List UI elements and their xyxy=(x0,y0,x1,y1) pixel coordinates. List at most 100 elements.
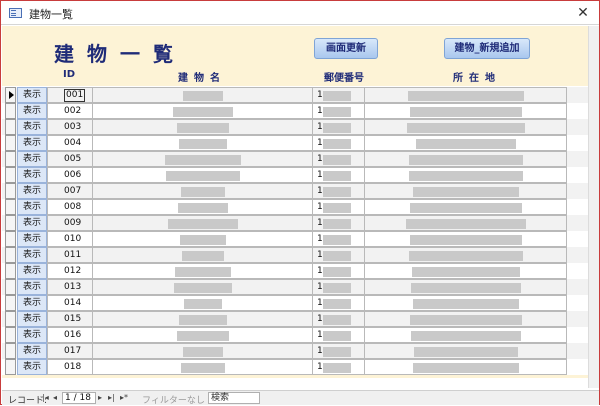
record-selector[interactable] xyxy=(5,231,16,247)
address-cell[interactable] xyxy=(365,215,567,231)
zip-cell[interactable]: 1 xyxy=(313,135,365,151)
id-cell[interactable]: 006 xyxy=(47,167,93,183)
address-cell[interactable] xyxy=(365,199,567,215)
add-building-button[interactable]: 建物_新規追加 xyxy=(444,38,530,59)
building-name-cell[interactable] xyxy=(93,359,313,375)
id-cell[interactable]: 003 xyxy=(47,119,93,135)
show-record-button[interactable]: 表示 xyxy=(17,199,47,215)
id-cell[interactable]: 016 xyxy=(47,327,93,343)
next-record-icon[interactable]: ▸ xyxy=(98,393,102,402)
record-selector[interactable] xyxy=(5,103,16,119)
id-cell[interactable]: 005 xyxy=(47,151,93,167)
show-record-button[interactable]: 表示 xyxy=(17,87,47,103)
address-cell[interactable] xyxy=(365,263,567,279)
record-selector[interactable] xyxy=(5,311,16,327)
zip-cell[interactable]: 1 xyxy=(313,295,365,311)
building-name-cell[interactable] xyxy=(93,167,313,183)
show-record-button[interactable]: 表示 xyxy=(17,327,47,343)
refresh-button[interactable]: 画面更新 xyxy=(314,38,378,59)
building-name-cell[interactable] xyxy=(93,151,313,167)
show-record-button[interactable]: 表示 xyxy=(17,135,47,151)
record-selector[interactable] xyxy=(5,183,16,199)
record-selector[interactable] xyxy=(5,359,16,375)
building-name-cell[interactable] xyxy=(93,215,313,231)
id-cell[interactable]: 013 xyxy=(47,279,93,295)
address-cell[interactable] xyxy=(365,311,567,327)
zip-cell[interactable]: 1 xyxy=(313,327,365,343)
new-record-icon[interactable]: ▸* xyxy=(120,393,128,402)
first-record-icon[interactable]: |◂ xyxy=(42,393,49,402)
zip-cell[interactable]: 1 xyxy=(313,343,365,359)
building-name-cell[interactable] xyxy=(93,327,313,343)
address-cell[interactable] xyxy=(365,103,567,119)
id-cell[interactable]: 010 xyxy=(47,231,93,247)
show-record-button[interactable]: 表示 xyxy=(17,183,47,199)
building-name-cell[interactable] xyxy=(93,295,313,311)
building-name-cell[interactable] xyxy=(93,263,313,279)
building-name-cell[interactable] xyxy=(93,183,313,199)
show-record-button[interactable]: 表示 xyxy=(17,359,47,375)
search-input[interactable]: 検索 xyxy=(208,392,260,404)
id-cell[interactable]: 011 xyxy=(47,247,93,263)
zip-cell[interactable]: 1 xyxy=(313,119,365,135)
show-record-button[interactable]: 表示 xyxy=(17,215,47,231)
zip-cell[interactable]: 1 xyxy=(313,151,365,167)
building-name-cell[interactable] xyxy=(93,87,313,103)
address-cell[interactable] xyxy=(365,231,567,247)
building-name-cell[interactable] xyxy=(93,119,313,135)
id-cell[interactable]: 018 xyxy=(47,359,93,375)
id-cell[interactable]: 009 xyxy=(47,215,93,231)
id-cell[interactable]: 015 xyxy=(47,311,93,327)
previous-record-icon[interactable]: ◂ xyxy=(53,393,57,402)
zip-cell[interactable]: 1 xyxy=(313,247,365,263)
building-name-cell[interactable] xyxy=(93,247,313,263)
vertical-scrollbar[interactable] xyxy=(588,26,599,388)
building-name-cell[interactable] xyxy=(93,231,313,247)
building-name-cell[interactable] xyxy=(93,311,313,327)
show-record-button[interactable]: 表示 xyxy=(17,103,47,119)
record-selector[interactable] xyxy=(5,295,16,311)
zip-cell[interactable]: 1 xyxy=(313,199,365,215)
id-cell[interactable]: 014 xyxy=(47,295,93,311)
record-selector[interactable] xyxy=(5,247,16,263)
show-record-button[interactable]: 表示 xyxy=(17,247,47,263)
record-selector[interactable] xyxy=(5,263,16,279)
building-name-cell[interactable] xyxy=(93,343,313,359)
last-record-icon[interactable]: ▸| xyxy=(108,393,115,402)
address-cell[interactable] xyxy=(365,87,567,103)
zip-cell[interactable]: 1 xyxy=(313,263,365,279)
address-cell[interactable] xyxy=(365,183,567,199)
show-record-button[interactable]: 表示 xyxy=(17,295,47,311)
id-cell[interactable]: 012 xyxy=(47,263,93,279)
address-cell[interactable] xyxy=(365,279,567,295)
record-selector[interactable] xyxy=(5,327,16,343)
address-cell[interactable] xyxy=(365,247,567,263)
record-position-field[interactable]: 1 / 18 xyxy=(62,392,96,404)
id-cell[interactable]: 017 xyxy=(47,343,93,359)
id-cell[interactable]: 002 xyxy=(47,103,93,119)
building-name-cell[interactable] xyxy=(93,279,313,295)
zip-cell[interactable]: 1 xyxy=(313,215,365,231)
address-cell[interactable] xyxy=(365,119,567,135)
zip-cell[interactable]: 1 xyxy=(313,87,365,103)
show-record-button[interactable]: 表示 xyxy=(17,167,47,183)
zip-cell[interactable]: 1 xyxy=(313,103,365,119)
building-name-cell[interactable] xyxy=(93,103,313,119)
address-cell[interactable] xyxy=(365,327,567,343)
address-cell[interactable] xyxy=(365,343,567,359)
address-cell[interactable] xyxy=(365,135,567,151)
id-cell[interactable]: 007 xyxy=(47,183,93,199)
record-selector[interactable] xyxy=(5,87,16,103)
show-record-button[interactable]: 表示 xyxy=(17,279,47,295)
building-name-cell[interactable] xyxy=(93,135,313,151)
show-record-button[interactable]: 表示 xyxy=(17,119,47,135)
show-record-button[interactable]: 表示 xyxy=(17,343,47,359)
show-record-button[interactable]: 表示 xyxy=(17,231,47,247)
record-selector[interactable] xyxy=(5,167,16,183)
zip-cell[interactable]: 1 xyxy=(313,279,365,295)
zip-cell[interactable]: 1 xyxy=(313,231,365,247)
zip-cell[interactable]: 1 xyxy=(313,183,365,199)
record-selector[interactable] xyxy=(5,279,16,295)
building-name-cell[interactable] xyxy=(93,199,313,215)
id-cell[interactable]: 001 xyxy=(47,87,93,103)
